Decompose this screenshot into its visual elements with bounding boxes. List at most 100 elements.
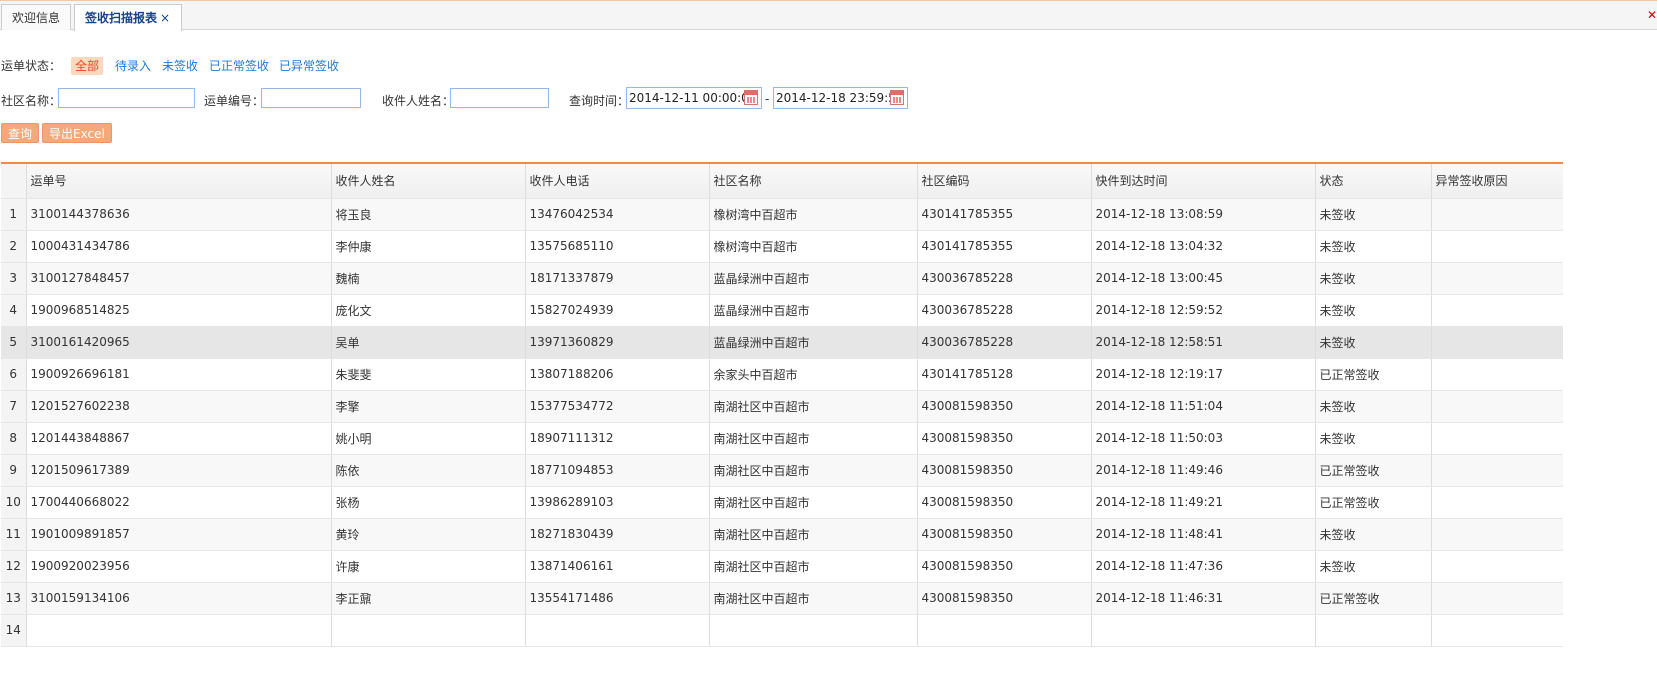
column-header[interactable]: 社区编码 [917, 164, 1092, 199]
report-table: 运单号 收件人姓名 收件人电话 社区名称 社区编码 快件到达时间 状态 异常签收… [1, 164, 1563, 647]
table-cell: 1900926696181 [26, 358, 332, 391]
table-cell: 430081598350 [917, 582, 1092, 615]
table-cell [917, 614, 1092, 647]
tab-sign-scan-report[interactable]: 签收扫描报表 × [74, 4, 182, 31]
recipient-input[interactable] [450, 88, 549, 108]
column-header[interactable]: 社区名称 [709, 164, 918, 199]
table-cell: 18771094853 [525, 454, 710, 487]
table-cell [1431, 486, 1563, 519]
calendar-icon[interactable] [890, 90, 904, 105]
column-header[interactable]: 异常签收原因 [1431, 164, 1563, 199]
table-cell: 430081598350 [917, 390, 1092, 423]
table-row[interactable]: 7 1201527602238 李擎 15377534772 南湖社区中百超市 43008… [1, 390, 1563, 423]
column-header[interactable]: 收件人电话 [525, 164, 710, 199]
table-cell: 3100161420965 [26, 326, 332, 359]
table-row[interactable]: 13 3100159134106 李正鼐 13554171486 南湖社区中百超市 430… [1, 582, 1563, 615]
table-cell: 3100144378636 [26, 198, 332, 231]
table-cell: 余家头中百超市 [709, 358, 918, 391]
table-row[interactable]: 2 1000431434786 李仲康 13575685110 橡树湾中百超市 43014… [1, 230, 1563, 263]
table-cell: 2014-12-18 11:48:41 [1091, 518, 1316, 551]
table-cell: 南湖社区中百超市 [709, 390, 918, 423]
status-label: 运单状态： [1, 59, 62, 73]
table-row[interactable]: 8 1201443848867 姚小明 18907111312 南湖社区中百超市 4300… [1, 422, 1563, 455]
table-cell: 2014-12-18 11:51:04 [1091, 390, 1316, 423]
table-row[interactable]: 10 1700440668022 张杨 13986289103 南湖社区中百超市 4300… [1, 486, 1563, 519]
export-excel-button[interactable]: 导出Excel [42, 123, 112, 143]
table-cell: 2014-12-18 11:50:03 [1091, 422, 1316, 455]
table-cell: 2014-12-18 12:59:52 [1091, 294, 1316, 327]
close-icon[interactable]: × [160, 11, 170, 25]
table-cell: 1201443848867 [26, 422, 332, 455]
table-cell: 430036785228 [917, 262, 1092, 295]
recipient-label: 收件人姓名： [382, 94, 455, 108]
table-cell: 1201527602238 [26, 390, 332, 423]
table-cell: 南湖社区中百超市 [709, 454, 918, 487]
table-cell: 已正常签收 [1315, 486, 1432, 519]
table-row[interactable]: 1 3100144378636 将玉良 13476042534 橡树湾中百超市 43014… [1, 198, 1563, 231]
table-cell: 李仲康 [331, 230, 526, 263]
table-cell: 姚小明 [331, 422, 526, 455]
row-number-cell: 14 [1, 614, 27, 647]
table-row[interactable]: 6 1900926696181 朱斐斐 13807188206 余家头中百超市 43014… [1, 358, 1563, 391]
table-cell: 13476042534 [525, 198, 710, 231]
table-cell: 3100127848457 [26, 262, 332, 295]
column-header[interactable]: 状态 [1315, 164, 1432, 199]
table-row[interactable]: 9 1201509617389 陈依 18771094853 南湖社区中百超市 43008… [1, 454, 1563, 487]
row-number-header [1, 164, 27, 199]
table-cell [1431, 614, 1563, 647]
query-time-label: 查询时间： [569, 94, 630, 108]
table-cell: 430036785228 [917, 294, 1092, 327]
status-option-signed-abnormal[interactable]: 已异常签收 [279, 57, 339, 75]
table-row[interactable]: 14 [1, 614, 1563, 647]
table-cell: 已正常签收 [1315, 358, 1432, 391]
table-cell: 1000431434786 [26, 230, 332, 263]
table-cell [1431, 550, 1563, 583]
table-row[interactable]: 4 1900968514825 庞化文 15827024939 蓝晶绿洲中百超市 4300… [1, 294, 1563, 327]
end-time-input[interactable]: 2014-12-18 23:59:59 [773, 87, 908, 109]
table-cell: 1900968514825 [26, 294, 332, 327]
waybill-input[interactable] [261, 88, 361, 108]
row-number-cell: 10 [1, 486, 27, 519]
table-cell: 未签收 [1315, 518, 1432, 551]
table-cell: 未签收 [1315, 390, 1432, 423]
close-all-icon[interactable]: ✕ [1647, 9, 1657, 21]
tab-welcome[interactable]: 欢迎信息 [1, 4, 71, 30]
row-number-cell: 11 [1, 518, 27, 551]
column-header[interactable]: 收件人姓名 [331, 164, 526, 199]
table-cell: 430141785128 [917, 358, 1092, 391]
waybill-label: 运单编号： [204, 94, 265, 108]
row-number-cell: 6 [1, 358, 27, 391]
table-row[interactable]: 5 3100161420965 吴单 13971360829 蓝晶绿洲中百超市 43003… [1, 326, 1563, 359]
table-cell: 未签收 [1315, 326, 1432, 359]
status-option-all[interactable]: 全部 [71, 57, 104, 75]
table-cell: 未签收 [1315, 198, 1432, 231]
table-row[interactable]: 11 1901009891857 黄玲 18271830439 南湖社区中百超市 4300… [1, 518, 1563, 551]
start-time-input[interactable]: 2014-12-11 00:00:00 [626, 87, 762, 109]
table-row[interactable]: 12 1900920023956 许康 13871406161 南湖社区中百超市 4300… [1, 550, 1563, 583]
table-cell: 南湖社区中百超市 [709, 582, 918, 615]
status-option-signed-normal[interactable]: 已正常签收 [209, 57, 269, 75]
table-cell: 未签收 [1315, 294, 1432, 327]
calendar-icon[interactable] [744, 90, 758, 105]
column-header[interactable]: 运单号 [26, 164, 332, 199]
table-cell: 已正常签收 [1315, 582, 1432, 615]
table-cell [26, 614, 332, 647]
table-cell: 2014-12-18 11:47:36 [1091, 550, 1316, 583]
status-option-unsigned[interactable]: 未签收 [162, 57, 198, 75]
table-cell: 18271830439 [525, 518, 710, 551]
column-header[interactable]: 快件到达时间 [1091, 164, 1316, 199]
table-cell: 430036785228 [917, 326, 1092, 359]
table-cell [1431, 230, 1563, 263]
table-row[interactable]: 3 3100127848457 魏楠 18171337879 蓝晶绿洲中百超市 43003… [1, 262, 1563, 295]
table-cell: 13575685110 [525, 230, 710, 263]
community-input[interactable] [58, 88, 195, 108]
row-number-cell: 5 [1, 326, 27, 359]
status-option-pending[interactable]: 待录入 [115, 57, 151, 75]
row-number-cell: 1 [1, 198, 27, 231]
table-header-row: 运单号 收件人姓名 收件人电话 社区名称 社区编码 快件到达时间 状态 异常签收… [1, 164, 1563, 199]
table-cell: 陈依 [331, 454, 526, 487]
query-button[interactable]: 查询 [1, 123, 40, 143]
table-cell [1431, 326, 1563, 359]
table-cell: 1700440668022 [26, 486, 332, 519]
table-cell: 2014-12-18 11:49:46 [1091, 454, 1316, 487]
